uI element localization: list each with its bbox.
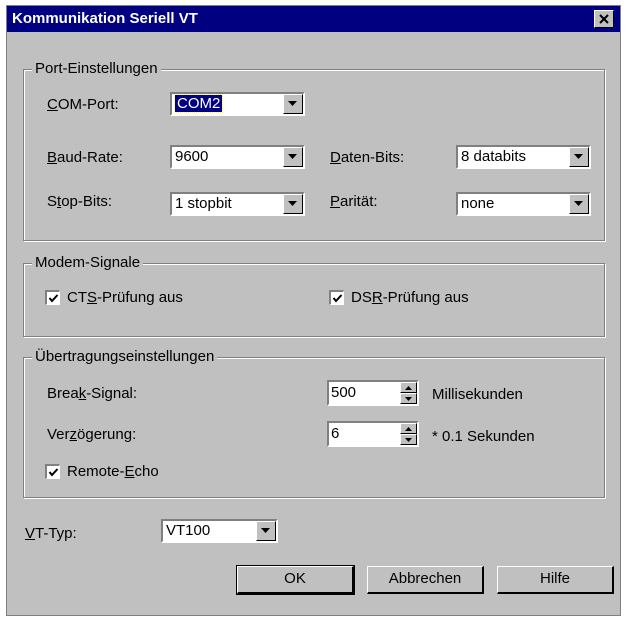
- stop-bits-select[interactable]: 1 stopbit: [170, 192, 305, 216]
- data-bits-label: Daten-Bits:: [330, 149, 405, 166]
- baud-rate-label: Baud-Rate:: [47, 149, 123, 166]
- delay-unit: * 0.1 Sekunden: [432, 428, 535, 445]
- vt-type-select[interactable]: VT100: [161, 519, 278, 543]
- modem-signals-legend: Modem-Signale: [32, 254, 144, 271]
- delay-spinner[interactable]: 6: [327, 421, 419, 447]
- chevron-down-icon: [574, 201, 583, 206]
- cancel-button[interactable]: Abbrechen: [367, 566, 484, 594]
- dialog-window: Kommunikation Seriell VT Port-Einstellun…: [6, 5, 621, 616]
- checkmark-icon: [48, 468, 59, 477]
- chevron-down-icon: [288, 201, 297, 206]
- baud-rate-select[interactable]: 9600: [170, 145, 305, 169]
- chevron-down-icon: [288, 101, 297, 106]
- com-port-value: COM2: [173, 94, 224, 113]
- help-button[interactable]: Hilfe: [497, 566, 614, 594]
- parity-dropdown-button[interactable]: [569, 194, 589, 214]
- remote-echo-label[interactable]: Remote-Echo: [67, 463, 159, 480]
- vt-type-value: VT100: [166, 522, 211, 539]
- checkmark-icon: [332, 294, 343, 303]
- data-bits-dropdown-button[interactable]: [569, 147, 589, 167]
- parity-label: Parität:: [330, 193, 378, 210]
- ok-button[interactable]: OK: [236, 565, 355, 595]
- stop-bits-label: Stop-Bits:: [47, 193, 113, 210]
- arrow-up-icon: [405, 386, 412, 390]
- chevron-down-icon: [288, 154, 297, 159]
- break-signal-label: Break-Signal:: [47, 385, 138, 402]
- transfer-settings-legend: Übertragungseinstellungen: [32, 348, 218, 365]
- break-signal-down-button[interactable]: [400, 393, 417, 404]
- com-port-dropdown-button[interactable]: [283, 94, 303, 114]
- baud-rate-dropdown-button[interactable]: [283, 147, 303, 167]
- com-port-label: COM-Port:: [47, 96, 119, 113]
- cts-checkbox[interactable]: [45, 290, 60, 305]
- data-bits-value: 8 databits: [461, 148, 527, 165]
- cts-label[interactable]: CTS-Prüfung aus: [67, 289, 183, 306]
- window-title: Kommunikation Seriell VT: [12, 10, 198, 27]
- port-settings-legend: Port-Einstellungen: [32, 60, 161, 77]
- dsr-label[interactable]: DSR-Prüfung aus: [351, 289, 469, 306]
- com-port-select[interactable]: COM2: [170, 92, 305, 116]
- stop-bits-dropdown-button[interactable]: [283, 194, 303, 214]
- title-bar[interactable]: Kommunikation Seriell VT: [7, 6, 620, 32]
- arrow-up-icon: [405, 427, 412, 431]
- remote-echo-checkbox[interactable]: [45, 464, 60, 479]
- arrow-down-icon: [405, 438, 412, 442]
- parity-select[interactable]: none: [456, 192, 591, 216]
- vt-type-dropdown-button[interactable]: [256, 521, 276, 541]
- delay-up-button[interactable]: [400, 423, 417, 434]
- close-button[interactable]: [594, 10, 614, 28]
- delay-value: 6: [331, 425, 340, 442]
- vt-type-label: VT-Typ:: [25, 525, 77, 542]
- break-signal-value: 500: [331, 384, 357, 401]
- delay-down-button[interactable]: [400, 434, 417, 445]
- chevron-down-icon: [261, 528, 270, 533]
- break-signal-spinner[interactable]: 500: [327, 380, 419, 406]
- arrow-down-icon: [405, 397, 412, 401]
- parity-value: none: [461, 195, 495, 212]
- data-bits-select[interactable]: 8 databits: [456, 145, 591, 169]
- chevron-down-icon: [574, 154, 583, 159]
- delay-label: Verzögerung:: [47, 426, 137, 443]
- checkmark-icon: [48, 294, 59, 303]
- break-signal-up-button[interactable]: [400, 382, 417, 393]
- dsr-checkbox[interactable]: [329, 290, 344, 305]
- stop-bits-value: 1 stopbit: [175, 195, 232, 212]
- baud-rate-value: 9600: [175, 148, 209, 165]
- break-signal-unit: Millisekunden: [432, 386, 523, 403]
- close-icon: [599, 14, 609, 24]
